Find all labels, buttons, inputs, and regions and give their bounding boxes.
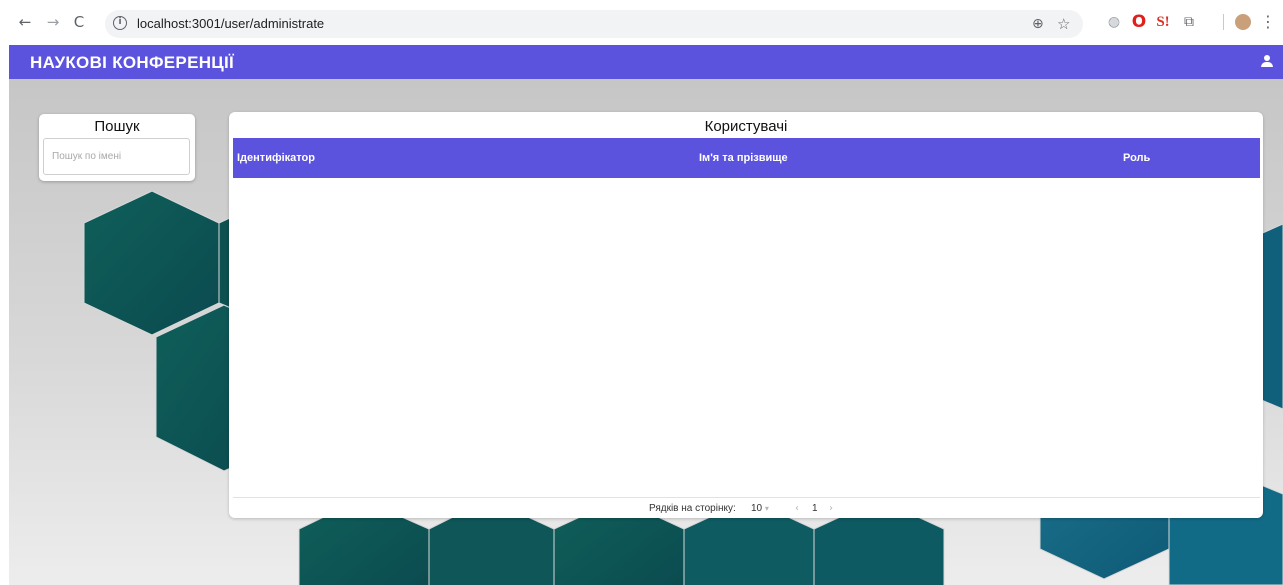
table-footer-divider <box>233 497 1260 498</box>
app-title[interactable]: НАУКОВІ КОНФЕРЕНЦІЇ <box>30 53 234 73</box>
previous-page-icon[interactable]: ‹ <box>795 503 799 515</box>
column-header-full-name[interactable]: Ім'я та прізвище <box>699 152 788 164</box>
name-search-input[interactable] <box>43 138 190 175</box>
app-header: НАУКОВІ КОНФЕРЕНЦІЇ <box>9 45 1283 79</box>
puzzle-extensions-icon[interactable]: ⧉ <box>1179 12 1199 32</box>
forward-icon[interactable]: → <box>44 13 62 31</box>
search-panel: Пошук <box>39 114 195 181</box>
bookmark-star-icon[interactable]: ☆ <box>1057 16 1070 32</box>
browser-chrome: ← → C i localhost:3001/user/administrate… <box>0 0 1283 44</box>
globe-extension-icon[interactable]: ◍ <box>1104 12 1124 32</box>
column-header-role[interactable]: Роль <box>1123 152 1150 164</box>
rows-per-page-value: 10 <box>751 503 763 514</box>
column-header-id[interactable]: Ідентифікатор <box>237 152 315 164</box>
toolbar-divider <box>1223 14 1224 30</box>
rows-per-page-label: Рядків на сторінку: <box>649 503 736 514</box>
users-title: Користувачі <box>704 118 788 135</box>
address-bar[interactable]: i localhost:3001/user/administrate ⊕ ☆ <box>105 10 1083 38</box>
rows-per-page-select[interactable]: 10 ▾ <box>751 503 769 515</box>
user-account-icon[interactable] <box>1261 55 1273 67</box>
chevron-down-icon: ▾ <box>764 504 769 513</box>
menu-dots-icon[interactable]: ⋮ <box>1258 12 1278 32</box>
reload-icon[interactable]: C <box>70 13 88 31</box>
search-title: Пошук <box>94 118 140 135</box>
zoom-icon[interactable]: ⊕ <box>1032 16 1044 32</box>
profile-avatar-icon[interactable] <box>1233 12 1253 32</box>
users-panel: Користувачі Ідентифікатор Ім'я та прізви… <box>229 112 1263 518</box>
site-info-icon[interactable]: i <box>113 16 127 30</box>
current-page-number[interactable]: 1 <box>812 503 818 515</box>
opera-extension-icon[interactable]: O <box>1129 12 1149 32</box>
users-table-body <box>233 178 1260 496</box>
users-table-header: Ідентифікатор Ім'я та прізвище Роль <box>233 138 1260 178</box>
s-extension-icon[interactable]: S! <box>1153 12 1173 32</box>
next-page-icon[interactable]: › <box>829 503 833 515</box>
back-icon[interactable]: ← <box>16 13 34 31</box>
url-text[interactable]: localhost:3001/user/administrate <box>137 16 324 31</box>
